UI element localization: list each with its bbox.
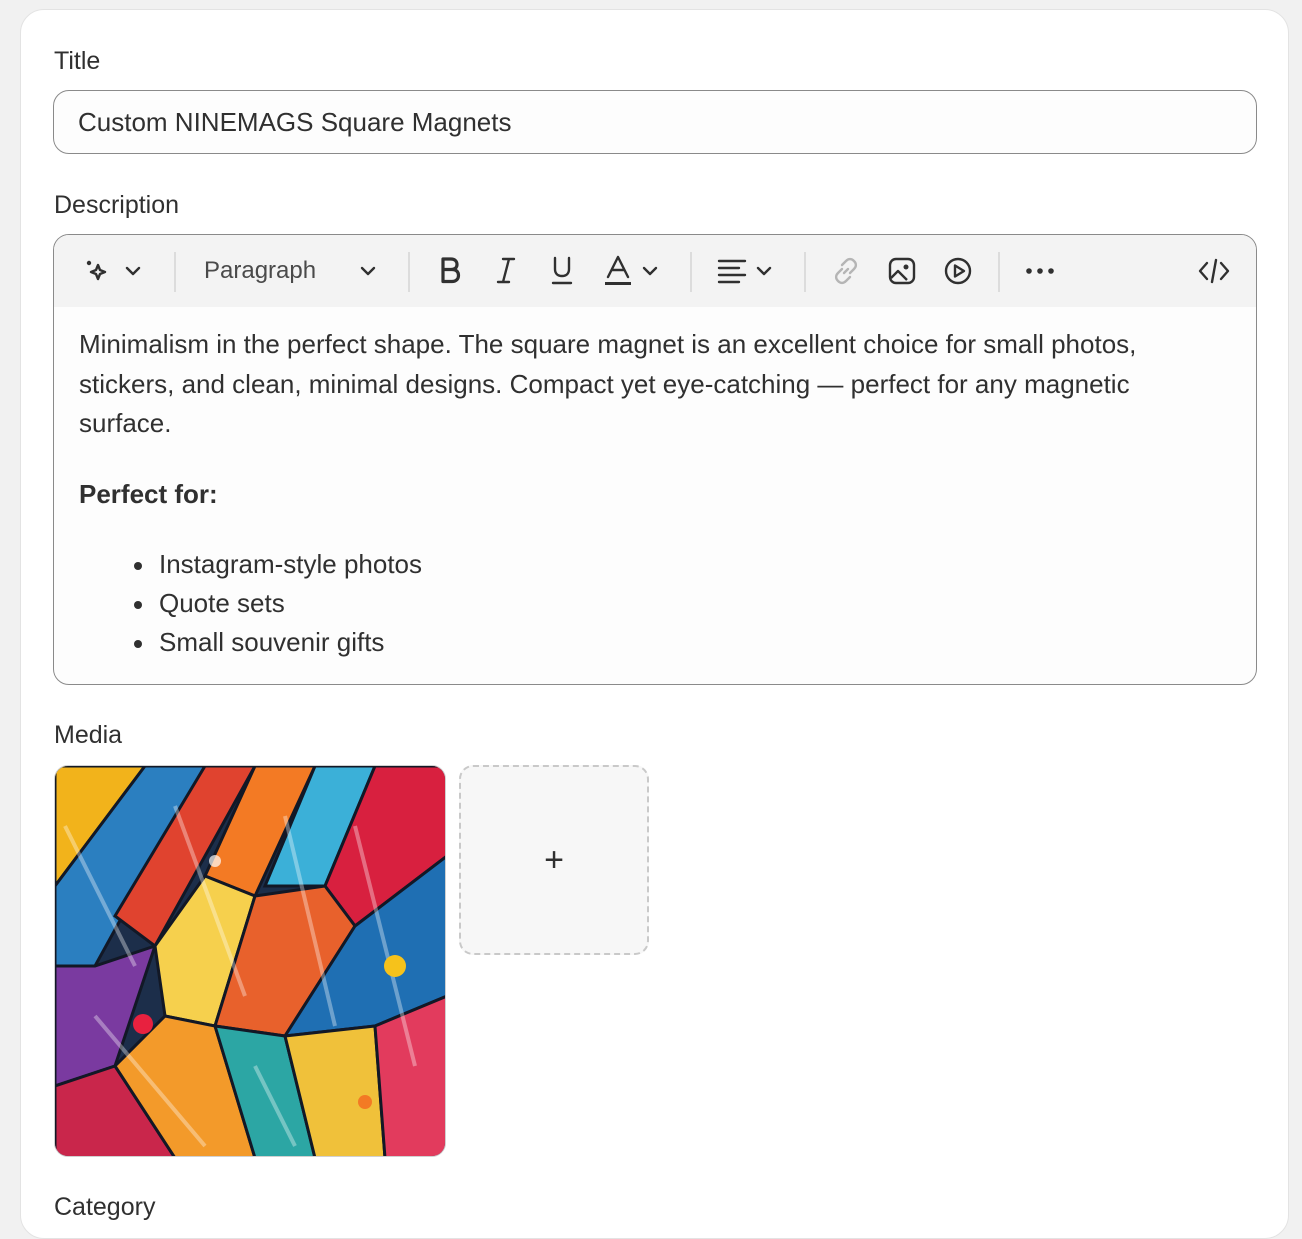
block-style-label: Paragraph — [204, 257, 317, 284]
toolbar-separator — [174, 252, 176, 292]
title-input[interactable] — [53, 90, 1257, 154]
description-bullet-list: Instagram-style photos Quote sets Small … — [79, 545, 1229, 662]
media-label: Media — [54, 721, 123, 749]
more-icon[interactable] — [1020, 235, 1060, 307]
image-icon[interactable] — [884, 235, 920, 307]
list-item: Small souvenir gifts — [134, 623, 1229, 662]
align-left-icon[interactable] — [714, 235, 750, 307]
underline-icon[interactable] — [544, 235, 580, 307]
media-thumbnail[interactable] — [54, 765, 446, 1157]
description-label: Description — [54, 191, 180, 219]
title-label: Title — [54, 47, 101, 75]
add-media-button[interactable]: + — [459, 765, 649, 955]
link-icon[interactable] — [828, 235, 864, 307]
magic-icon[interactable] — [78, 235, 118, 307]
text-color-icon[interactable] — [600, 235, 636, 307]
block-style-select[interactable]: Paragraph — [204, 235, 384, 307]
toolbar-separator — [408, 252, 410, 292]
chevron-down-icon[interactable] — [120, 235, 146, 307]
italic-icon[interactable] — [488, 235, 524, 307]
abstract-geometric-image — [55, 766, 445, 1156]
chevron-down-icon — [360, 266, 376, 276]
chevron-down-icon[interactable] — [638, 235, 662, 307]
list-item: Quote sets — [134, 584, 1229, 623]
editor-content[interactable]: Minimalism in the perfect shape. The squ… — [79, 325, 1229, 662]
chevron-down-icon[interactable] — [752, 235, 776, 307]
list-item: Instagram-style photos — [134, 545, 1229, 584]
toolbar-separator — [998, 252, 1000, 292]
description-paragraph: Minimalism in the perfect shape. The squ… — [79, 329, 1137, 438]
toolbar-separator — [690, 252, 692, 292]
video-icon[interactable] — [940, 235, 976, 307]
description-heading: Perfect for: — [79, 478, 218, 509]
toolbar-separator — [804, 252, 806, 292]
editor-toolbar: Paragraph — [54, 235, 1256, 307]
code-icon[interactable] — [1196, 235, 1232, 307]
product-details-card: Title Description Paragraph — [20, 9, 1289, 1239]
description-editor[interactable]: Paragraph Minimalism in the perfect shap… — [53, 234, 1257, 685]
bold-icon[interactable] — [432, 235, 468, 307]
category-label: Category — [54, 1193, 156, 1221]
